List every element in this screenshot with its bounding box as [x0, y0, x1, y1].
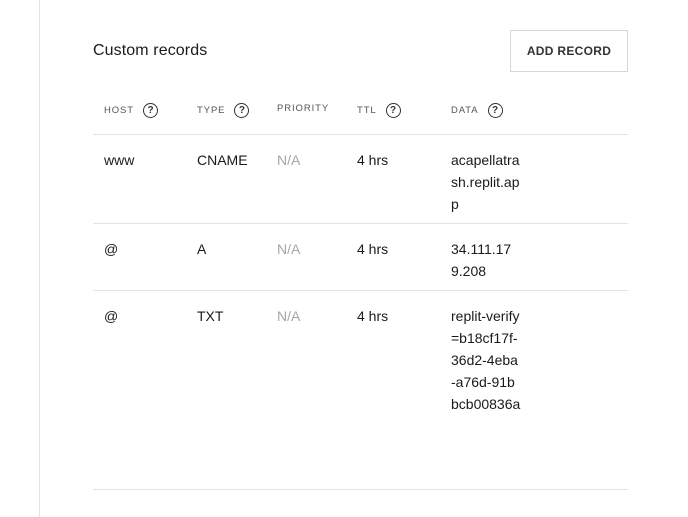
table-row[interactable]: www CNAME N/A 4 hrs acapellatrash.replit… — [93, 135, 628, 224]
table-row[interactable]: @ TXT N/A 4 hrs replit-verify=b18cf17f-3… — [93, 291, 628, 490]
panel-header: Custom records ADD RECORD — [93, 30, 628, 74]
priority-cell: N/A — [277, 241, 301, 257]
column-header-ttl: TTL ? — [357, 103, 401, 118]
left-sidebar-divider — [0, 0, 40, 517]
type-cell: A — [197, 241, 207, 257]
custom-records-panel: Custom records ADD RECORD HOST ? TYPE ? … — [93, 30, 628, 490]
panel-title: Custom records — [93, 42, 208, 59]
column-header-data: DATA ? — [451, 103, 503, 118]
host-cell: @ — [104, 308, 119, 324]
type-cell: TXT — [197, 308, 224, 324]
ttl-cell: 4 hrs — [357, 308, 389, 324]
table-header: HOST ? TYPE ? PRIORITY TTL ? DATA ? — [93, 92, 628, 135]
records-table: HOST ? TYPE ? PRIORITY TTL ? DATA ? www … — [93, 92, 628, 490]
question-circle-icon[interactable]: ? — [385, 103, 401, 118]
table-row[interactable]: @ A N/A 4 hrs 34.111.179.208 — [93, 224, 628, 291]
data-cell: replit-verify=b18cf17f-36d2-4eba-a76d-91… — [451, 308, 521, 412]
question-circle-icon[interactable]: ? — [234, 103, 250, 118]
column-header-label: DATA — [451, 105, 479, 116]
column-header-label: TYPE — [197, 105, 226, 116]
page: Custom records ADD RECORD HOST ? TYPE ? … — [0, 0, 688, 517]
column-header-priority: PRIORITY — [277, 103, 329, 114]
add-record-button[interactable]: ADD RECORD — [510, 30, 628, 72]
question-circle-icon[interactable]: ? — [143, 103, 158, 118]
column-header-type: TYPE ? — [197, 103, 250, 118]
data-cell: 34.111.179.208 — [451, 241, 512, 279]
column-header-label: TTL — [357, 105, 377, 116]
priority-cell: N/A — [277, 152, 301, 168]
data-cell: acapellatrash.replit.app — [451, 152, 520, 212]
column-header-label: HOST — [104, 105, 134, 116]
question-circle-icon[interactable]: ? — [487, 103, 503, 118]
ttl-cell: 4 hrs — [357, 152, 389, 168]
priority-cell: N/A — [277, 308, 301, 324]
column-header-label: PRIORITY — [277, 103, 330, 114]
column-header-host: HOST ? — [104, 103, 158, 118]
ttl-cell: 4 hrs — [357, 241, 389, 257]
type-cell: CNAME — [197, 152, 248, 168]
host-cell: @ — [104, 241, 119, 257]
host-cell: www — [104, 152, 135, 168]
